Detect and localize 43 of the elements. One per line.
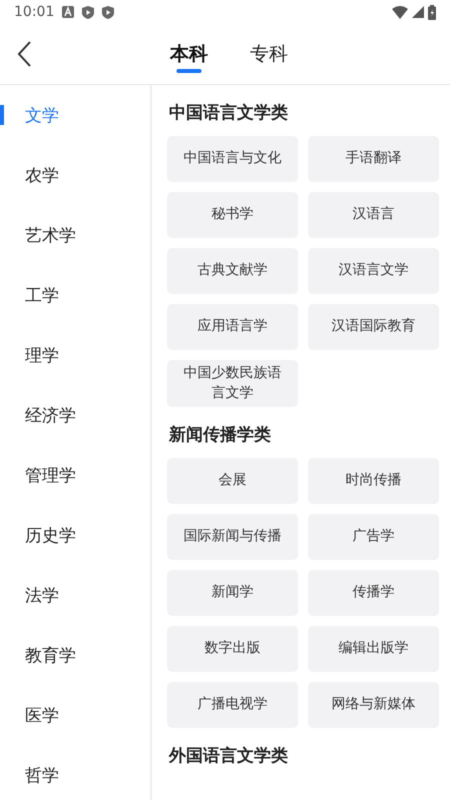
major-chip[interactable]: 会展: [167, 458, 298, 504]
category-item[interactable]: 哲学: [0, 745, 150, 800]
major-chip[interactable]: 时尚传播: [308, 458, 439, 504]
major-chip[interactable]: 新闻学: [167, 570, 298, 616]
major-chip[interactable]: 编辑出版学: [308, 626, 439, 672]
major-chip[interactable]: 传播学: [308, 570, 439, 616]
major-chip[interactable]: 秘书学: [167, 192, 298, 238]
major-chip[interactable]: 网络与新媒体: [308, 682, 439, 728]
major-chip[interactable]: 数字出版: [167, 626, 298, 672]
category-item[interactable]: 法学: [0, 565, 150, 625]
category-item[interactable]: 农学: [0, 145, 150, 205]
major-chip[interactable]: 古典文献学: [167, 248, 298, 294]
shield-icon: [82, 6, 94, 18]
battery-icon: [428, 4, 436, 20]
category-item[interactable]: 医学: [0, 685, 150, 745]
tab[interactable]: 本科: [170, 24, 208, 84]
shield-icon: [102, 6, 114, 18]
wifi-icon: [392, 6, 408, 18]
signal-icon: [412, 6, 424, 18]
category-item[interactable]: 教育学: [0, 625, 150, 685]
category-item[interactable]: 历史学: [0, 505, 150, 565]
major-chip[interactable]: 国际新闻与传播: [167, 514, 298, 560]
status-time: 10:01: [14, 4, 54, 20]
section-title: 中国语言文学类: [169, 102, 289, 124]
tab[interactable]: 专科: [250, 24, 288, 84]
section-title: 外国语言文学类: [169, 745, 289, 768]
category-item[interactable]: 经济学: [0, 385, 150, 445]
major-chip[interactable]: 广播电视学: [167, 682, 298, 728]
category-item[interactable]: 理学: [0, 325, 150, 385]
major-chip[interactable]: 广告学: [308, 514, 439, 560]
major-chip[interactable]: 中国少数民族语言文学: [167, 360, 298, 408]
category-item[interactable]: 艺术学: [0, 205, 150, 265]
section-title: 新闻传播学类: [169, 424, 272, 446]
category-item[interactable]: 工学: [0, 265, 150, 325]
major-chip[interactable]: 汉语言文学: [308, 248, 439, 294]
major-chip[interactable]: 汉语言: [308, 192, 439, 238]
major-chip[interactable]: 汉语国际教育: [308, 304, 439, 350]
notification-icon: [62, 6, 74, 18]
category-item[interactable]: 管理学: [0, 445, 150, 505]
major-chip[interactable]: 中国语言与文化: [167, 136, 298, 182]
major-chip[interactable]: 手语翻译: [308, 136, 439, 182]
major-chip[interactable]: 应用语言学: [167, 304, 298, 350]
category-item[interactable]: 文学: [0, 85, 150, 145]
